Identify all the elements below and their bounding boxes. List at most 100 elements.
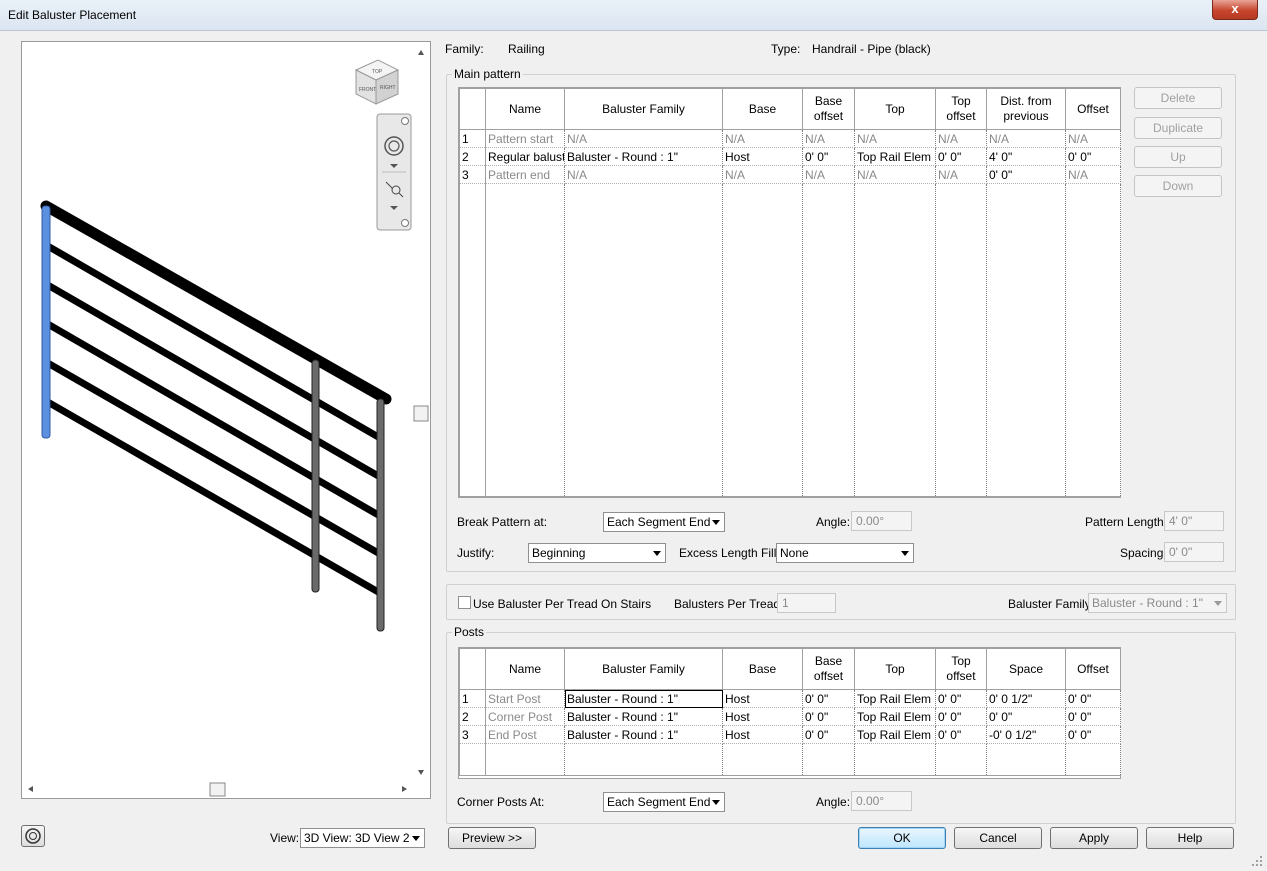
resize-grip-icon[interactable] — [1252, 856, 1264, 868]
preview-pane[interactable]: TOP FRONT RIGHT — [21, 41, 431, 799]
cell-family[interactable]: N/A — [564, 165, 723, 184]
column-header-dist-from-previous[interactable]: Dist. from previous — [986, 88, 1066, 130]
corner-posts-select[interactable]: Each Segment End — [603, 792, 725, 812]
cell-dist[interactable]: N/A — [986, 129, 1066, 148]
cell-base-offset[interactable]: N/A — [802, 165, 855, 184]
delete-button[interactable]: Delete — [1134, 87, 1222, 109]
use-baluster-per-tread-checkbox[interactable] — [458, 596, 471, 609]
column-header-name[interactable]: Name — [485, 648, 565, 690]
use-baluster-per-tread-label[interactable]: Use Baluster Per Tread On Stairs — [473, 597, 651, 611]
cell-space[interactable]: 0' 0 1/2" — [986, 689, 1066, 708]
column-header-base-offset[interactable]: Base offset — [802, 88, 855, 130]
cell-family[interactable]: Baluster - Round : 1" — [564, 147, 723, 166]
main-pattern-table[interactable]: Name Baluster Family Base Base offset To… — [459, 88, 1121, 497]
column-header-top[interactable]: Top — [854, 648, 936, 690]
cell-offset[interactable]: 0' 0" — [1065, 707, 1121, 726]
column-header-top-offset[interactable]: Top offset — [935, 648, 987, 690]
column-header-offset[interactable]: Offset — [1065, 648, 1121, 690]
duplicate-button[interactable]: Duplicate — [1134, 117, 1222, 139]
preview-vertical-scrollbar[interactable] — [413, 42, 429, 782]
excess-length-fill-select[interactable]: None — [776, 543, 914, 563]
break-pattern-select[interactable]: Each Segment End — [603, 512, 725, 532]
cell-family[interactable]: N/A — [564, 129, 723, 148]
cell-base[interactable]: N/A — [722, 165, 803, 184]
cell-top[interactable]: Top Rail Elem — [854, 147, 936, 166]
pattern-length-field[interactable]: 4' 0" — [1164, 511, 1224, 531]
cell-family[interactable]: Baluster - Round : 1" — [564, 707, 723, 726]
cell-space[interactable]: -0' 0 1/2" — [986, 725, 1066, 744]
cell-base[interactable]: Host — [722, 689, 803, 708]
view-cube-icon[interactable]: TOP FRONT RIGHT — [354, 59, 400, 105]
cell-base-offset[interactable]: 0' 0" — [802, 725, 855, 744]
cancel-button[interactable]: Cancel — [954, 827, 1042, 849]
stairs-baluster-family-select[interactable]: Baluster - Round : 1" — [1088, 593, 1227, 613]
column-header-base-offset[interactable]: Base offset — [802, 648, 855, 690]
cell-space[interactable]: 0' 0" — [986, 707, 1066, 726]
cell-base[interactable]: Host — [722, 725, 803, 744]
ok-button[interactable]: OK — [858, 827, 946, 849]
cell-dist[interactable]: 4' 0" — [986, 147, 1066, 166]
justify-select[interactable]: Beginning — [528, 543, 666, 563]
cell-family[interactable]: Baluster - Round : 1" — [564, 689, 723, 708]
cell-top[interactable]: N/A — [854, 165, 936, 184]
cell-base-offset[interactable]: 0' 0" — [802, 147, 855, 166]
view-select[interactable]: 3D View: 3D View 2 — [300, 828, 425, 848]
cell-dist[interactable]: 0' 0" — [986, 165, 1066, 184]
column-header-top-offset[interactable]: Top offset — [935, 88, 987, 130]
cell-top[interactable]: Top Rail Elem — [854, 689, 936, 708]
column-header-baluster-family[interactable]: Baluster Family — [564, 648, 723, 690]
column-header-base[interactable]: Base — [722, 648, 803, 690]
preview-button[interactable]: Preview >> — [448, 827, 536, 849]
down-button[interactable]: Down — [1134, 175, 1222, 197]
cell-top-offset[interactable]: 0' 0" — [935, 725, 987, 744]
cell-top-offset[interactable]: 0' 0" — [935, 689, 987, 708]
cell-top[interactable]: Top Rail Elem — [854, 707, 936, 726]
cell-offset[interactable]: N/A — [1065, 165, 1121, 184]
table-row[interactable]: 2 Corner Post Baluster - Round : 1" Host… — [459, 707, 1121, 726]
cell-base-offset[interactable]: N/A — [802, 129, 855, 148]
column-header-base[interactable]: Base — [722, 88, 803, 130]
posts-table-frame[interactable]: Name Baluster Family Base Base offset To… — [458, 647, 1121, 779]
railing-3d-preview[interactable]: TOP FRONT RIGHT — [22, 42, 430, 798]
cell-base[interactable]: Host — [722, 147, 803, 166]
cell-name[interactable]: Pattern end — [485, 165, 565, 184]
table-row[interactable]: 3 Pattern end N/A N/A N/A N/A N/A 0' 0" … — [459, 165, 1121, 184]
column-header-offset[interactable]: Offset — [1065, 88, 1121, 130]
cell-name[interactable]: Pattern start — [485, 129, 565, 148]
table-row[interactable]: 2 Regular balust Baluster - Round : 1" H… — [459, 147, 1121, 166]
cell-top[interactable]: N/A — [854, 129, 936, 148]
cell-base[interactable]: Host — [722, 707, 803, 726]
cell-offset[interactable]: 0' 0" — [1065, 689, 1121, 708]
close-button[interactable]: x — [1212, 0, 1258, 20]
column-header-name[interactable]: Name — [485, 88, 565, 130]
column-header-baluster-family[interactable]: Baluster Family — [564, 88, 723, 130]
help-button[interactable]: Help — [1146, 827, 1234, 849]
steering-wheel-button[interactable] — [21, 825, 45, 847]
column-header-space[interactable]: Space — [986, 648, 1066, 690]
spacing-field[interactable]: 0' 0" — [1164, 542, 1224, 562]
cell-top-offset[interactable]: N/A — [935, 129, 987, 148]
preview-horizontal-scrollbar[interactable] — [22, 782, 413, 797]
apply-button[interactable]: Apply — [1050, 827, 1138, 849]
cell-base-offset[interactable]: 0' 0" — [802, 707, 855, 726]
cell-top[interactable]: Top Rail Elem — [854, 725, 936, 744]
cell-family[interactable]: Baluster - Round : 1" — [564, 725, 723, 744]
balusters-per-tread-field[interactable]: 1 — [777, 593, 836, 613]
cell-top-offset[interactable]: N/A — [935, 165, 987, 184]
cell-top-offset[interactable]: 0' 0" — [935, 707, 987, 726]
posts-angle-field[interactable]: 0.00° — [851, 791, 912, 811]
cell-name[interactable]: Regular balust — [485, 147, 565, 166]
table-row[interactable]: 3 End Post Baluster - Round : 1" Host 0'… — [459, 725, 1121, 744]
navigation-bar[interactable] — [376, 113, 412, 231]
cell-offset[interactable]: 0' 0" — [1065, 725, 1121, 744]
cell-base-offset[interactable]: 0' 0" — [802, 689, 855, 708]
cell-offset[interactable]: 0' 0" — [1065, 147, 1121, 166]
column-header-top[interactable]: Top — [854, 88, 936, 130]
posts-table[interactable]: Name Baluster Family Base Base offset To… — [459, 648, 1121, 776]
up-button[interactable]: Up — [1134, 146, 1222, 168]
main-pattern-table-frame[interactable]: Name Baluster Family Base Base offset To… — [458, 87, 1121, 498]
table-row[interactable]: 1 Pattern start N/A N/A N/A N/A N/A N/A … — [459, 129, 1121, 148]
angle-field[interactable]: 0.00° — [851, 511, 912, 531]
cell-top-offset[interactable]: 0' 0" — [935, 147, 987, 166]
table-row[interactable]: 1 Start Post Baluster - Round : 1" Host … — [459, 689, 1121, 708]
